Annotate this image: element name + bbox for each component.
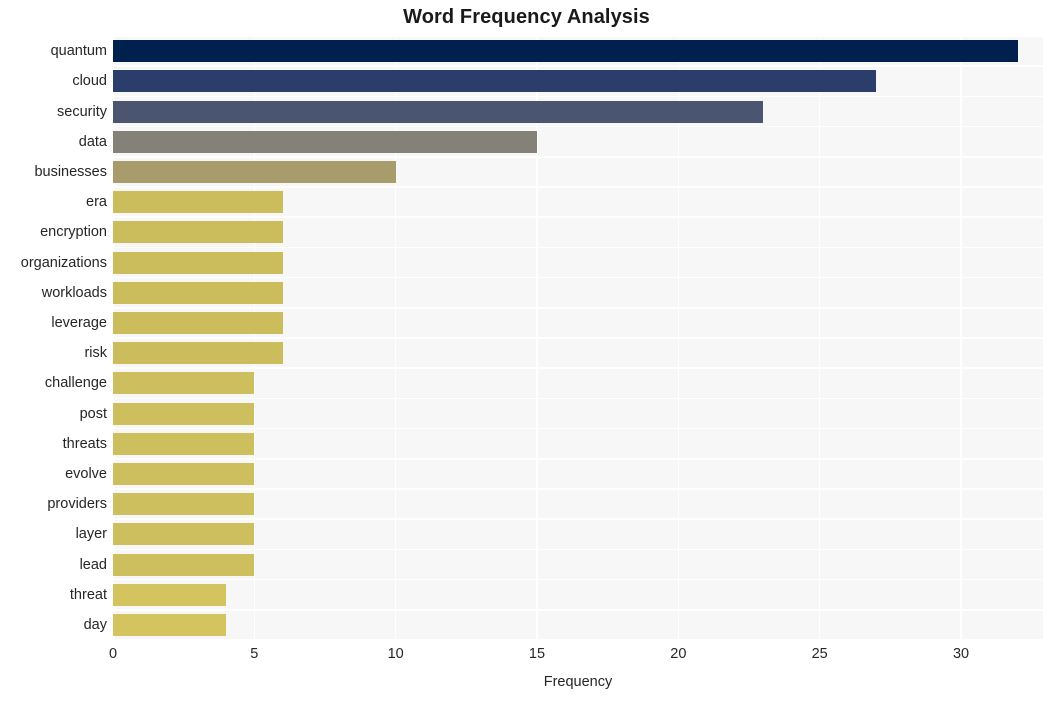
horizontal-gridline bbox=[113, 276, 1043, 279]
bar bbox=[113, 613, 227, 636]
y-axis-tick-label: evolve bbox=[65, 465, 107, 482]
bar bbox=[113, 70, 877, 93]
horizontal-gridline bbox=[113, 639, 1043, 640]
y-axis-tick-label: cloud bbox=[72, 73, 107, 90]
y-axis-tick-label: workloads bbox=[41, 284, 107, 301]
x-axis-tick-label: 0 bbox=[108, 646, 118, 662]
bar bbox=[113, 523, 255, 546]
horizontal-gridline bbox=[113, 65, 1043, 67]
bar bbox=[113, 251, 283, 274]
y-axis-tick-label: organizations bbox=[20, 254, 107, 271]
x-axis-tick-label: 30 bbox=[952, 646, 970, 662]
bar bbox=[113, 281, 283, 304]
word-frequency-chart: Word Frequency Analysis quantum cloud secu… bbox=[0, 0, 1053, 701]
y-axis-tick-labels: quantum cloud security data businesses era enc… bbox=[0, 36, 107, 640]
bar bbox=[113, 583, 227, 606]
bar bbox=[113, 402, 255, 425]
x-axis-tick-label: 15 bbox=[528, 646, 546, 662]
bar bbox=[113, 40, 1018, 63]
bar bbox=[113, 100, 764, 123]
y-axis-tick-label: lead bbox=[79, 556, 107, 573]
plot-area bbox=[113, 36, 1043, 640]
y-axis-tick-label: threats bbox=[62, 435, 107, 452]
horizontal-gridline bbox=[113, 367, 1043, 369]
bar bbox=[113, 432, 255, 455]
chart-title: Word Frequency Analysis bbox=[403, 6, 650, 28]
x-axis-tick-label: 10 bbox=[387, 646, 404, 662]
y-axis-tick-label: risk bbox=[84, 345, 107, 362]
horizontal-gridline bbox=[113, 609, 1043, 611]
x-axis-tick-label: 25 bbox=[811, 646, 828, 662]
horizontal-gridline bbox=[113, 427, 1043, 430]
y-axis-tick-label: encryption bbox=[40, 224, 107, 241]
x-axis-tick-label: 20 bbox=[670, 646, 687, 662]
horizontal-gridline bbox=[113, 578, 1043, 581]
horizontal-gridline bbox=[113, 337, 1043, 339]
horizontal-gridline bbox=[113, 397, 1043, 400]
horizontal-gridline bbox=[113, 488, 1043, 490]
bar bbox=[113, 221, 283, 244]
bar bbox=[113, 160, 396, 183]
bar bbox=[113, 372, 255, 395]
horizontal-gridline bbox=[113, 216, 1043, 218]
x-axis-label: Frequency bbox=[543, 674, 613, 690]
y-axis-tick-label: quantum bbox=[50, 43, 107, 60]
y-axis-tick-label: providers bbox=[47, 496, 107, 513]
bar bbox=[113, 493, 255, 516]
x-axis-tick-label: 5 bbox=[250, 646, 259, 662]
horizontal-gridline bbox=[113, 156, 1043, 158]
y-axis-tick-label: threat bbox=[69, 586, 107, 603]
bar bbox=[113, 191, 283, 214]
horizontal-gridline bbox=[113, 548, 1043, 551]
y-axis-tick-label: era bbox=[86, 194, 107, 211]
horizontal-gridline bbox=[113, 458, 1043, 460]
horizontal-gridline bbox=[113, 125, 1043, 128]
y-axis-tick-label: leverage bbox=[51, 314, 107, 331]
y-axis-tick-label: data bbox=[78, 133, 107, 150]
x-axis-tick-labels: 0 5 10 15 20 25 30 bbox=[109, 646, 1043, 668]
horizontal-gridline bbox=[113, 186, 1043, 188]
y-axis-tick-label: challenge bbox=[44, 375, 107, 392]
bar bbox=[113, 311, 283, 334]
bar bbox=[113, 553, 255, 576]
horizontal-gridline bbox=[113, 518, 1043, 520]
bar bbox=[113, 130, 537, 153]
y-axis-tick-label: day bbox=[83, 616, 107, 633]
bar bbox=[113, 342, 283, 365]
y-axis-tick-label: businesses bbox=[34, 163, 107, 180]
y-axis-tick-label: post bbox=[79, 405, 107, 422]
y-axis-tick-label: security bbox=[57, 103, 107, 120]
y-axis-tick-label: layer bbox=[75, 526, 107, 543]
bar bbox=[113, 462, 255, 485]
horizontal-gridline bbox=[113, 246, 1043, 249]
horizontal-gridline bbox=[113, 307, 1043, 309]
horizontal-gridline bbox=[113, 36, 1043, 37]
horizontal-gridline bbox=[113, 95, 1043, 98]
